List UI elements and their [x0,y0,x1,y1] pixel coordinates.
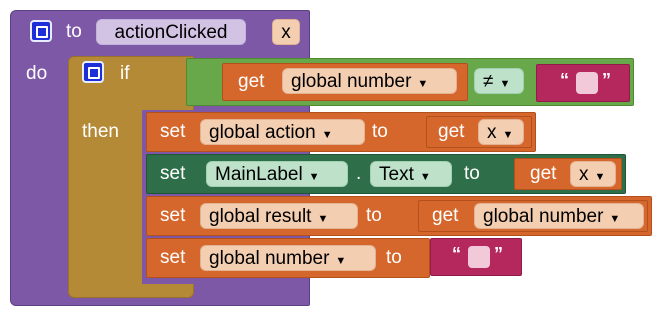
dropdown-arrow-icon: ▼ [335,255,347,267]
procedure-keyword-do: do [26,63,48,84]
set-target-label: global result [209,206,312,227]
component-dropdown[interactable]: MainLabel ▼ [206,161,348,187]
operator-label: ≠ [483,71,494,92]
dropdown-arrow-icon: ▼ [321,129,333,141]
if-keyword-if: if [120,63,130,84]
dropdown-arrow-icon: ▼ [419,171,431,183]
get-variable-dropdown[interactable]: x ▼ [478,119,524,145]
get-variable-label: global number [483,206,604,227]
set-label: set [160,205,186,226]
procedure-mutator-icon[interactable] [30,20,52,42]
condition-variable-label: global number [291,71,412,92]
set-label: set [160,121,186,142]
if-keyword-then: then [82,121,119,142]
operator-dropdown[interactable]: ≠ ▼ [474,68,524,94]
condition-get-label: get [238,71,265,92]
dropdown-arrow-icon: ▼ [417,78,429,90]
get-variable-label: x [579,164,589,185]
dropdown-arrow-icon: ▼ [502,129,514,141]
procedure-close-field[interactable]: x [272,19,300,45]
get-variable-dropdown[interactable]: global number ▼ [474,203,644,229]
to-label: to [372,121,388,142]
set-target-label: global action [209,122,316,143]
open-quote: “ [560,70,569,90]
dropdown-arrow-icon: ▼ [499,78,511,90]
to-label: to [366,205,382,226]
close-quote: ” [602,70,611,90]
get-label: get [438,121,465,142]
dropdown-arrow-icon: ▼ [308,171,320,183]
open-quote: “ [452,244,461,264]
property-dropdown[interactable]: Text ▼ [370,161,452,187]
set-target-dropdown[interactable]: global number ▼ [200,245,376,271]
set-target-dropdown[interactable]: global action ▼ [200,119,365,145]
dropdown-arrow-icon: ▼ [609,213,621,225]
set-label: set [160,163,186,184]
set-target-dropdown[interactable]: global result ▼ [200,203,358,229]
get-variable-label: x [487,122,497,143]
get-label: get [432,205,459,226]
dot-label: . [356,163,362,184]
to-label: to [386,247,402,268]
text-field[interactable] [468,246,490,268]
procedure-keyword-to: to [66,21,82,42]
close-quote: ” [494,244,503,264]
to-label: to [464,163,480,184]
procedure-name-field[interactable]: actionClicked [96,19,246,45]
dropdown-arrow-icon: ▼ [594,171,606,183]
condition-variable-dropdown[interactable]: global number ▼ [282,68,457,94]
get-variable-dropdown[interactable]: x ▼ [570,161,616,187]
set-label: set [160,247,186,268]
component-label: MainLabel [215,164,303,185]
dropdown-arrow-icon: ▼ [317,213,329,225]
condition-text-field[interactable] [576,72,598,94]
set-target-label: global number [209,248,330,269]
get-label: get [530,163,557,184]
if-mutator-icon[interactable] [82,61,104,83]
property-label: Text [379,164,414,185]
